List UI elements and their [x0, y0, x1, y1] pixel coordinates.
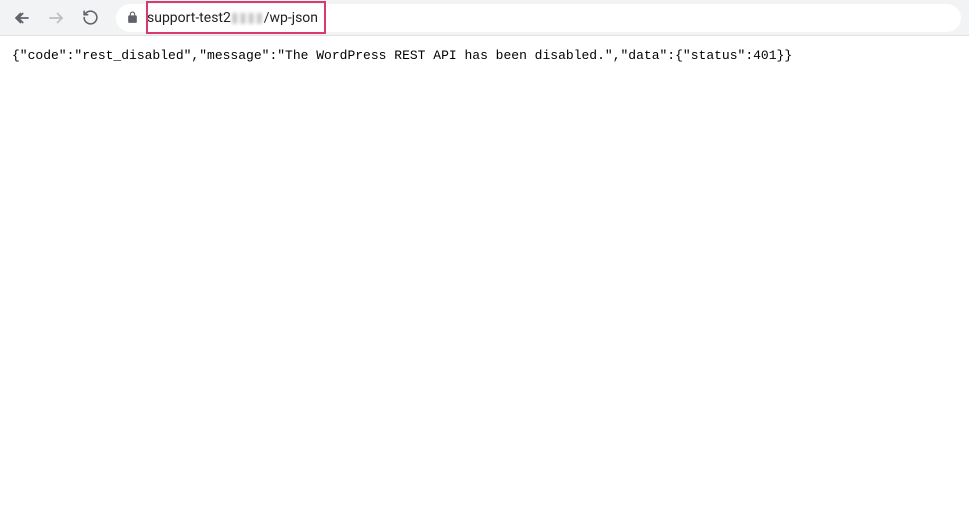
- reload-button[interactable]: [76, 4, 104, 32]
- back-button[interactable]: [8, 4, 36, 32]
- arrow-right-icon: [47, 9, 65, 27]
- address-bar[interactable]: support-test2▮▮▮▮/wp-json: [116, 4, 961, 32]
- forward-button[interactable]: [42, 4, 70, 32]
- url-suffix: /wp-json: [264, 10, 318, 26]
- reload-icon: [82, 9, 99, 26]
- arrow-left-icon: [13, 9, 31, 27]
- url-prefix: support-test2: [147, 10, 231, 26]
- url-text: support-test2▮▮▮▮/wp-json: [147, 10, 318, 26]
- url-blurred: ▮▮▮▮: [231, 10, 264, 26]
- browser-toolbar: support-test2▮▮▮▮/wp-json: [0, 0, 969, 36]
- lock-icon: [126, 11, 139, 24]
- page-body-json: {"code":"rest_disabled","message":"The W…: [0, 36, 969, 75]
